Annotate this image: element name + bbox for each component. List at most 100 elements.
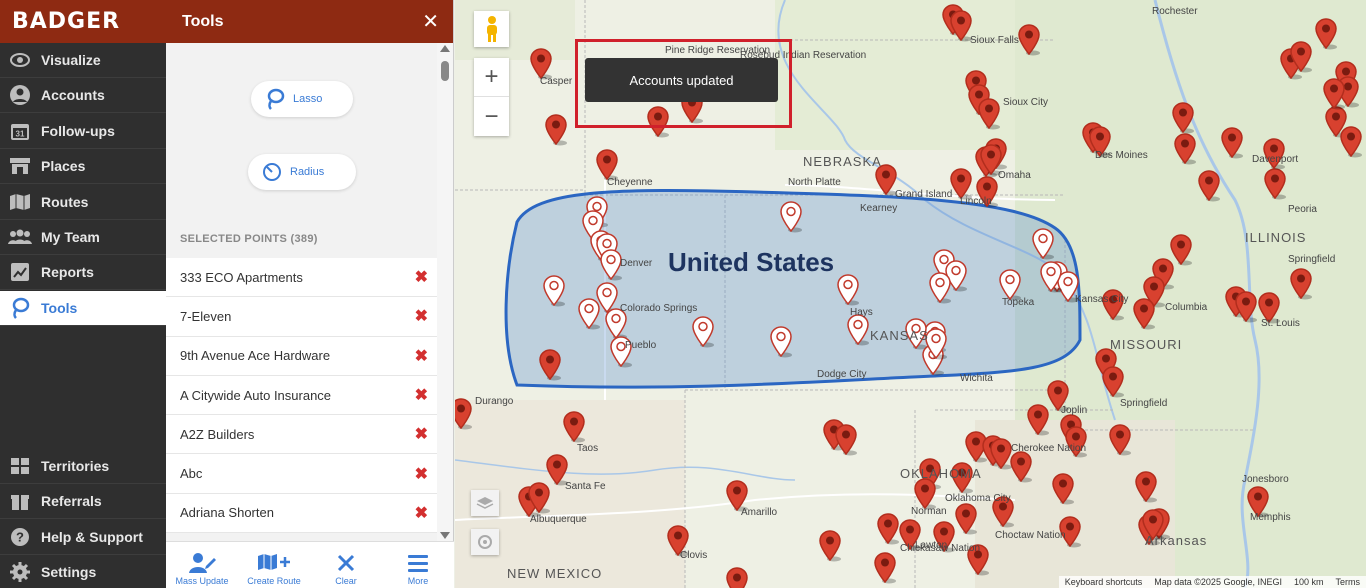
account-pin[interactable] [578, 298, 600, 330]
account-pin[interactable] [1027, 404, 1049, 436]
account-pin[interactable] [929, 272, 951, 304]
clear-button[interactable]: Clear [310, 542, 382, 588]
nav-item-routes[interactable]: Routes [0, 185, 166, 220]
account-pin[interactable] [1102, 366, 1124, 398]
scroll-down-icon[interactable] [440, 532, 450, 539]
create-route-button[interactable]: Create Route [238, 542, 310, 588]
account-pin[interactable] [1133, 298, 1155, 330]
layers-button[interactable] [471, 490, 499, 516]
list-item[interactable]: A2Z Builders ✖ [166, 415, 438, 455]
account-pin[interactable] [528, 482, 550, 514]
nav-item-follow-ups[interactable]: 31 Follow-ups [0, 114, 166, 149]
zoom-in-button[interactable]: + [474, 58, 509, 97]
city-label: Cherokee Nation [1011, 443, 1087, 454]
nav-item-tools[interactable]: Tools [0, 291, 166, 326]
panel-header: Tools ✕ [166, 0, 453, 43]
account-pin[interactable] [877, 513, 899, 545]
account-pin[interactable] [1109, 424, 1131, 456]
remove-icon[interactable]: ✖ [415, 346, 428, 366]
street-view-pegman[interactable] [474, 11, 509, 47]
account-pin[interactable] [1172, 102, 1194, 134]
map-canvas[interactable]: United States NEBRASKA ILLINOIS MISSOURI… [455, 0, 1366, 588]
city-label: Durango [475, 396, 514, 407]
brand-logo[interactable]: BADGER [0, 0, 166, 43]
account-pin[interactable] [1340, 126, 1362, 158]
list-item[interactable]: 9th Avenue Ace Hardware ✖ [166, 336, 438, 376]
city-label: Oklahoma City [945, 493, 1011, 504]
nav-item-territories[interactable]: Territories [0, 449, 166, 484]
radius-button[interactable]: Radius [248, 154, 356, 190]
account-pin[interactable] [837, 274, 859, 306]
my-location-button[interactable] [471, 529, 499, 555]
nav-item-help-support[interactable]: ? Help & Support [0, 520, 166, 555]
account-pin[interactable] [874, 552, 896, 584]
account-pin[interactable] [847, 314, 869, 346]
account-pin[interactable] [990, 438, 1012, 470]
account-pin[interactable] [543, 275, 565, 307]
list-item[interactable]: 333 ECO Apartments ✖ [166, 258, 438, 298]
account-pin[interactable] [1174, 133, 1196, 165]
account-pin[interactable] [1235, 291, 1257, 323]
account-pin[interactable] [1264, 168, 1286, 200]
account-pin[interactable] [955, 503, 977, 535]
account-pin[interactable] [1032, 228, 1054, 260]
account-pin[interactable] [539, 349, 561, 381]
account-pin[interactable] [819, 530, 841, 562]
list-item[interactable]: Adriana Shorten ✖ [166, 493, 438, 534]
list-item[interactable]: Abc ✖ [166, 454, 438, 494]
nav-item-reports[interactable]: Reports [0, 255, 166, 290]
account-pin[interactable] [1018, 24, 1040, 56]
account-pin[interactable] [770, 326, 792, 358]
account-pin[interactable] [1290, 268, 1312, 300]
account-pin[interactable] [1135, 471, 1157, 503]
city-label: Topeka [1002, 297, 1035, 308]
nav-item-places[interactable]: Places [0, 149, 166, 184]
account-pin[interactable] [978, 98, 1000, 130]
account-pin[interactable] [835, 424, 857, 456]
mass-update-button[interactable]: Mass Update [166, 542, 238, 588]
city-label: Santa Fe [565, 481, 606, 492]
account-pin[interactable] [1198, 170, 1220, 202]
nav-item-referrals[interactable]: Referrals [0, 484, 166, 519]
account-pin[interactable] [1010, 451, 1032, 483]
account-pin[interactable] [600, 249, 622, 281]
nav-item-visualize[interactable]: Visualize [0, 43, 166, 78]
city-label: Peoria [1288, 204, 1317, 215]
nav-item-my-team[interactable]: My Team [0, 220, 166, 255]
account-pin[interactable] [545, 114, 567, 146]
remove-icon[interactable]: ✖ [415, 464, 428, 484]
account-pin[interactable] [1040, 261, 1062, 293]
nav-item-accounts[interactable]: Accounts [0, 78, 166, 113]
account-pin[interactable] [1221, 127, 1243, 159]
account-pin[interactable] [726, 567, 748, 588]
remove-icon[interactable]: ✖ [415, 267, 428, 287]
account-pin[interactable] [1315, 18, 1337, 50]
list-item[interactable]: 7-Eleven ✖ [166, 297, 438, 337]
account-pin[interactable] [563, 411, 585, 443]
lasso-button[interactable]: Lasso [251, 81, 353, 117]
remove-icon[interactable]: ✖ [415, 424, 428, 444]
account-pin[interactable] [455, 398, 472, 430]
zoom-out-button[interactable]: − [474, 97, 509, 136]
account-pin[interactable] [780, 201, 802, 233]
list-item[interactable]: A Citywide Auto Insurance ✖ [166, 375, 438, 416]
highlight-box [575, 39, 792, 128]
remove-icon[interactable]: ✖ [415, 503, 428, 523]
keyboard-shortcuts-link[interactable]: Keyboard shortcuts [1065, 577, 1143, 587]
scroll-up-icon[interactable] [440, 45, 450, 52]
account-pin[interactable] [1323, 78, 1345, 110]
layers-icon [476, 497, 494, 509]
nav-item-settings[interactable]: Settings [0, 555, 166, 588]
panel-scrollbar[interactable] [437, 43, 453, 541]
terms-link[interactable]: Terms [1336, 577, 1361, 587]
remove-icon[interactable]: ✖ [415, 385, 428, 405]
scroll-thumb[interactable] [441, 61, 449, 81]
account-pin[interactable] [1052, 473, 1074, 505]
more-button[interactable]: More [382, 542, 454, 588]
team-icon [8, 226, 32, 248]
account-pin[interactable] [692, 316, 714, 348]
account-pin[interactable] [950, 10, 972, 42]
remove-icon[interactable]: ✖ [415, 306, 428, 326]
close-icon[interactable]: ✕ [422, 9, 439, 34]
account-pin[interactable] [1290, 41, 1312, 73]
